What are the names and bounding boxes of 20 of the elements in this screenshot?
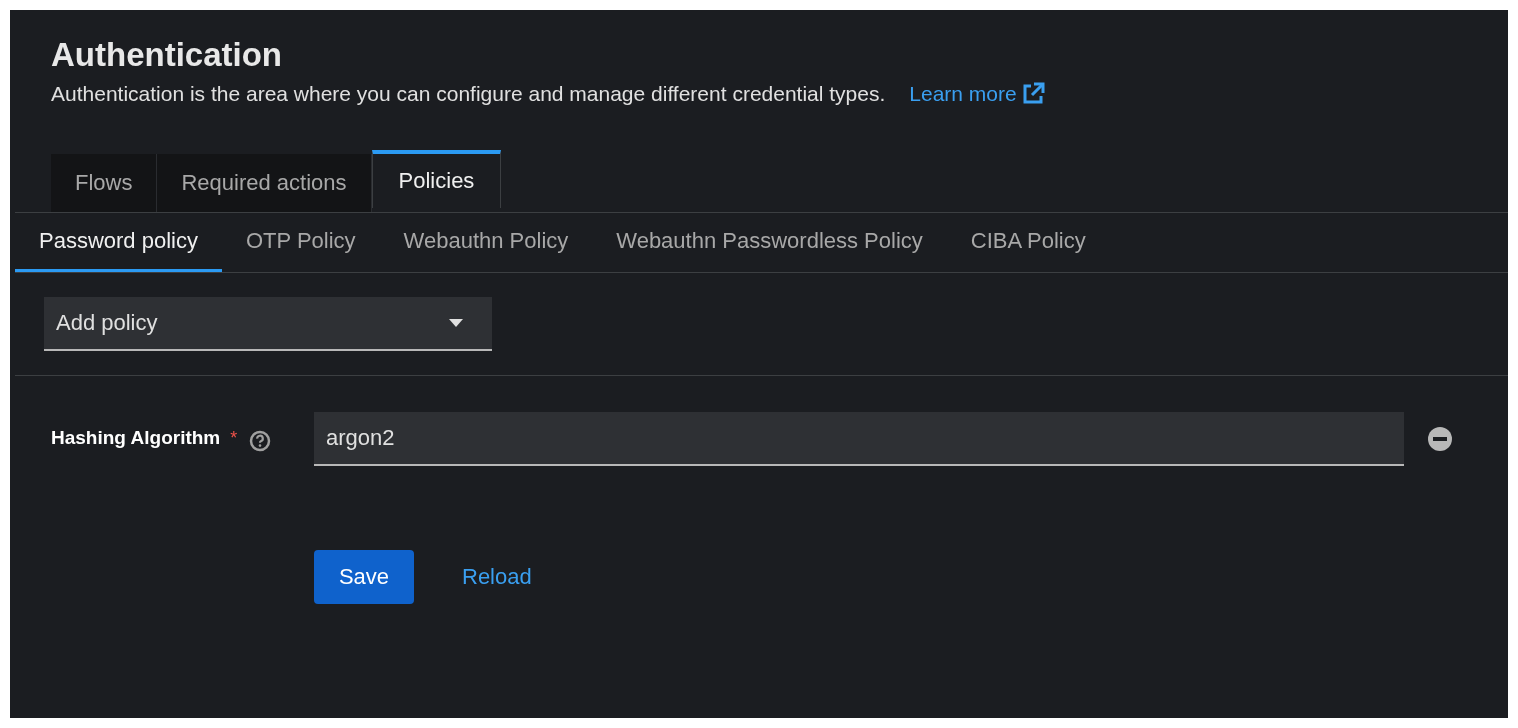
add-policy-dropdown[interactable]: Add policy — [44, 296, 492, 351]
save-button[interactable]: Save — [314, 549, 414, 604]
input-field[interactable]: argon2 — [314, 411, 1404, 466]
field-label: Hashing Algorithm — [51, 426, 221, 451]
tab[interactable]: Policies — [371, 149, 502, 208]
subtab[interactable]: Webauthn Passwordless Policy — [592, 212, 947, 272]
tab[interactable]: Flows — [51, 153, 158, 212]
subtab[interactable]: Password policy — [15, 212, 222, 272]
learn-more-link[interactable]: Learn more — [909, 78, 1045, 110]
subtab[interactable]: Webauthn Policy — [379, 212, 593, 272]
required-marker: * — [230, 427, 238, 450]
page-title: Authentication — [51, 35, 282, 75]
subtab[interactable]: OTP Policy — [221, 212, 380, 272]
caret-icon — [448, 317, 464, 328]
tab[interactable]: Required actions — [157, 153, 372, 212]
reload-link[interactable]: Reload — [438, 549, 556, 604]
page-description: Authentication is the area where you can configure and manage different credential types. — [51, 81, 886, 107]
remove-icon[interactable] — [1428, 426, 1452, 451]
help-icon[interactable] — [249, 429, 272, 452]
subtab[interactable]: CIBA Policy — [946, 212, 1110, 272]
